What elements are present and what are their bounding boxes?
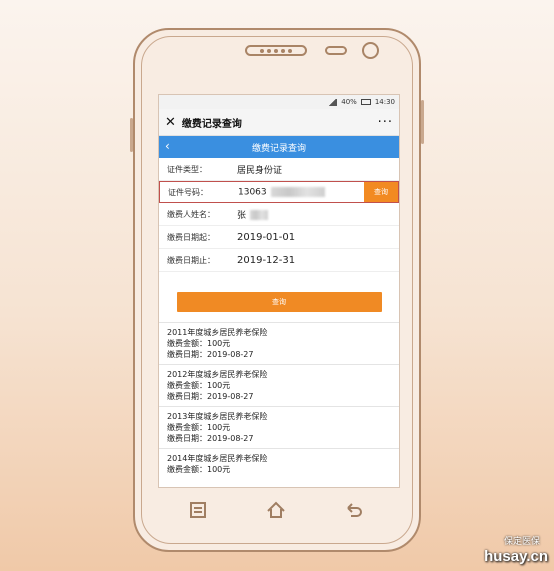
phone-screen: 40% 14:30 ✕ 缴费记录查询 ··· ‹ 缴费记录查询 证件类型： 居民… [158, 94, 400, 488]
end-date-field[interactable]: 2019-12-31 [237, 255, 295, 266]
more-icon[interactable]: ··· [378, 115, 393, 130]
front-camera [362, 42, 379, 59]
record-title: 2012年度城乡居民养老保险 [167, 370, 268, 379]
back-arrow-icon[interactable] [344, 500, 364, 520]
wechat-header: ✕ 缴费记录查询 ··· [159, 109, 399, 136]
proximity-sensor [325, 46, 347, 55]
earpiece-speaker [245, 45, 307, 56]
list-item: 2014年度城乡居民养老保险 缴费金额：100元 [159, 448, 399, 479]
end-date-label: 缴费日期止： [167, 255, 215, 265]
subheader-title: 缴费记录查询 [251, 143, 306, 154]
start-date-row: 缴费日期起： 2019-01-01 [159, 226, 399, 249]
home-icon[interactable] [266, 500, 286, 520]
redacted-block [270, 186, 325, 197]
id-number-row: 证件号码： 13063 查询 [159, 181, 399, 203]
record-date: 缴费日期：2019-08-27 [167, 392, 254, 401]
clock: 14:30 [374, 98, 395, 106]
name-label: 缴费人姓名： [167, 209, 215, 219]
end-date-row: 缴费日期止： 2019-12-31 [159, 249, 399, 272]
id-type-label: 证件类型： [167, 164, 207, 174]
status-bar: 40% 14:30 [159, 95, 399, 109]
record-title: 2013年度城乡居民养老保险 [167, 412, 268, 421]
menu-icon[interactable] [188, 500, 208, 520]
name-field[interactable]: 张 [237, 208, 269, 221]
record-date: 缴费日期：2019-08-27 [167, 350, 254, 359]
record-amount: 缴费金额：100元 [167, 465, 231, 474]
name-value: 张 [237, 210, 247, 221]
record-amount: 缴费金额：100元 [167, 423, 231, 432]
page-title: 缴费记录查询 [181, 118, 242, 130]
name-row: 缴费人姓名： 张 [159, 203, 399, 226]
phone-side-button [130, 118, 133, 152]
list-item: 2013年度城乡居民养老保险 缴费金额：100元 缴费日期：2019-08-27 [159, 406, 399, 448]
close-icon[interactable]: ✕ [165, 115, 176, 130]
list-item: 2012年度城乡居民养老保险 缴费金额：100元 缴费日期：2019-08-27 [159, 364, 399, 406]
id-type-value[interactable]: 居民身份证 [237, 163, 282, 176]
id-number-value: 13063 [238, 187, 267, 198]
redacted-block [250, 210, 269, 220]
query-button-small[interactable]: 查询 [364, 182, 398, 202]
id-type-row[interactable]: 证件类型： 居民身份证 [159, 158, 399, 181]
record-amount: 缴费金额：100元 [167, 381, 231, 390]
subheader: ‹ 缴费记录查询 [159, 136, 399, 158]
id-number-field[interactable]: 13063 [238, 186, 325, 198]
watermark: husay.cn [484, 548, 548, 565]
battery-percent: 40% [341, 98, 357, 106]
back-icon[interactable]: ‹ [165, 139, 170, 153]
phone-side-button [421, 100, 424, 144]
list-item: 2011年度城乡居民养老保险 缴费金额：100元 缴费日期：2019-08-27 [159, 322, 399, 364]
id-number-label: 证件号码： [168, 187, 208, 197]
watermark-caption: 保定医保 [503, 537, 540, 547]
start-date-label: 缴费日期起： [167, 232, 215, 242]
record-amount: 缴费金额：100元 [167, 339, 231, 348]
record-title: 2011年度城乡居民养老保险 [167, 328, 268, 337]
battery-icon [360, 99, 371, 105]
signal-icon [328, 98, 338, 106]
start-date-field[interactable]: 2019-01-01 [237, 232, 295, 243]
record-date: 缴费日期：2019-08-27 [167, 434, 254, 443]
query-button[interactable]: 查询 [176, 292, 382, 312]
record-title: 2014年度城乡居民养老保险 [167, 454, 268, 463]
